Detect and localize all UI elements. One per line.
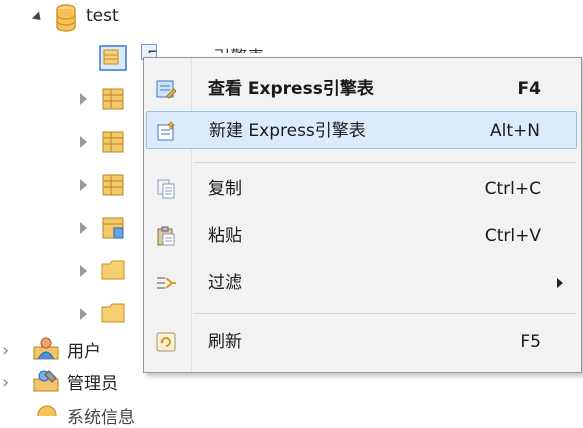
- menu-item-label: 刷新: [208, 332, 242, 352]
- filter-icon: [157, 277, 176, 289]
- partial-icon: [37, 405, 57, 416]
- expand-arrow-icon[interactable]: [80, 136, 87, 148]
- table-group-icon: [102, 174, 124, 196]
- menu-item-label: 粘贴: [208, 226, 242, 246]
- menu-item-shortcut: Ctrl+V: [484, 226, 541, 246]
- table-group-icon: [102, 88, 124, 110]
- tree-root-label[interactable]: test: [86, 6, 119, 26]
- menu-item-copy[interactable]: 复制 Ctrl+C: [146, 170, 577, 208]
- users-icon: [33, 337, 59, 360]
- menu-item-refresh[interactable]: 刷新 F5: [146, 323, 577, 361]
- expand-arrow-icon[interactable]: [80, 308, 87, 320]
- menu-item-shortcut: F4: [517, 79, 541, 99]
- menu-item-filter[interactable]: 过滤: [146, 264, 577, 302]
- view-table-icon: [156, 80, 176, 99]
- context-menu: 查看 Express引擎表 F4 新建 Express引擎表 Alt+N 复制 …: [143, 57, 582, 373]
- table-group-icon: [102, 217, 124, 239]
- submenu-arrow-icon: [557, 278, 563, 288]
- menu-item-paste[interactable]: 粘贴 Ctrl+V: [146, 217, 577, 255]
- folder-icon: [101, 260, 125, 280]
- menu-item-label: 复制: [208, 179, 242, 199]
- menu-item-label: 过滤: [208, 273, 242, 293]
- database-icon: [56, 4, 76, 32]
- menu-item-label: 新建 Express引擎表: [209, 121, 366, 141]
- menu-item-new-table[interactable]: 新建 Express引擎表 Alt+N: [146, 111, 577, 149]
- tree-admins-label[interactable]: 管理员: [67, 369, 118, 394]
- admin-icon: [33, 370, 59, 392]
- menu-separator: [194, 162, 576, 163]
- expand-arrow-icon[interactable]: [80, 222, 87, 234]
- expand-arrow-icon[interactable]: [80, 265, 87, 277]
- tree-users-label[interactable]: 用户: [67, 337, 101, 362]
- menu-separator: [194, 313, 576, 314]
- table-icon: [99, 45, 127, 71]
- menu-item-view-table[interactable]: 查看 Express引擎表 F4: [146, 70, 577, 108]
- menu-item-label: 查看 Express引擎表: [208, 79, 374, 99]
- tree-bottom-label[interactable]: 系统信息: [67, 403, 135, 428]
- refresh-icon: [156, 332, 176, 352]
- chevron-right-icon[interactable]: ›: [2, 342, 9, 360]
- new-table-icon: [157, 121, 175, 141]
- expand-arrow-icon[interactable]: [31, 11, 45, 24]
- copy-icon: [157, 179, 175, 199]
- menu-item-shortcut: Ctrl+C: [484, 179, 541, 199]
- chevron-right-icon[interactable]: ›: [2, 374, 9, 392]
- menu-item-shortcut: Alt+N: [490, 121, 540, 141]
- expand-arrow-icon[interactable]: [80, 93, 87, 105]
- folder-icon: [101, 303, 125, 323]
- expand-arrow-icon[interactable]: [80, 179, 87, 191]
- menu-item-shortcut: F5: [520, 332, 541, 352]
- table-group-icon: [102, 131, 124, 153]
- paste-icon: [157, 226, 175, 246]
